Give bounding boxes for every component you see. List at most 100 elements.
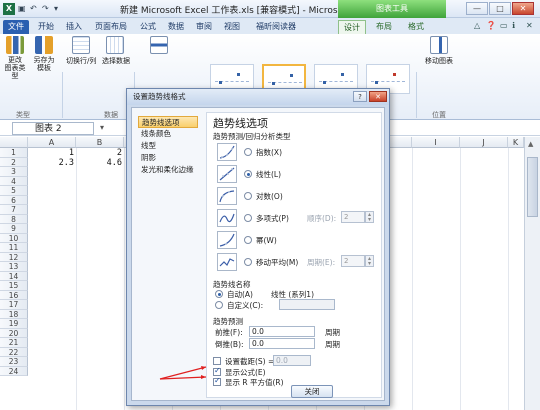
radio-logarithmic[interactable] (244, 192, 252, 200)
nav-shadow[interactable]: 阴影 (138, 152, 198, 164)
tab-page-layout[interactable]: 页面布局 (89, 20, 133, 34)
pin-icon[interactable]: ℹ (512, 21, 515, 30)
dialog-close-button[interactable]: ✕ (369, 91, 387, 102)
tab-insert[interactable]: 插入 (61, 20, 87, 34)
undo-icon[interactable]: ↶ (30, 4, 37, 13)
period-spinner[interactable]: 2 (341, 255, 365, 267)
switch-row-column-button[interactable]: 切换行/列 (66, 36, 96, 66)
move-chart-button[interactable]: 移动图表 (424, 36, 454, 66)
row-header[interactable]: 15 (0, 281, 28, 291)
column-header-a[interactable]: A (28, 137, 76, 148)
maximize-button[interactable]: □ (489, 2, 511, 15)
column-header-i[interactable]: I (412, 137, 460, 148)
radio-moving-average[interactable] (244, 258, 252, 266)
radio-auto-name[interactable] (215, 290, 223, 298)
radio-custom-name[interactable] (215, 301, 223, 309)
tab-foxit-reader[interactable]: 福昕阅读器 (249, 20, 303, 34)
nav-glow-soft-edges[interactable]: 发光和柔化边缘 (138, 164, 198, 176)
row-header[interactable]: 19 (0, 319, 28, 329)
row-header[interactable]: 11 (0, 243, 28, 253)
select-data-button[interactable]: 选择数据 (102, 36, 130, 66)
type-exponential-row[interactable]: 指数(X) (217, 143, 377, 161)
select-all-corner[interactable] (0, 137, 28, 148)
tab-design[interactable]: 设计 (338, 20, 366, 34)
tab-view[interactable]: 视图 (219, 20, 245, 34)
cell-a2[interactable]: 2.3 (30, 158, 74, 168)
row-header[interactable]: 6 (0, 195, 28, 205)
radio-power[interactable] (244, 236, 252, 244)
tab-review[interactable]: 审阅 (191, 20, 217, 34)
type-moving-average-row[interactable]: 移动平均(M) 周期(E): 2 ▴ ▾ (217, 253, 383, 271)
period-spinner-arrows[interactable]: ▴ ▾ (365, 255, 374, 267)
redo-icon[interactable]: ↷ (42, 4, 49, 13)
dialog-help-button[interactable]: ? (353, 91, 367, 102)
backward-input[interactable]: 0.0 (249, 338, 315, 349)
scroll-thumb[interactable] (527, 157, 538, 217)
row-header[interactable]: 20 (0, 328, 28, 338)
row-header[interactable]: 4 (0, 176, 28, 186)
name-box-dropdown-icon[interactable]: ▾ (100, 123, 104, 132)
vertical-scrollbar[interactable]: ▲ (524, 137, 540, 410)
row-header[interactable]: 2 (0, 157, 28, 167)
minimize-button[interactable]: — (466, 2, 488, 15)
custom-name-input[interactable] (279, 299, 335, 310)
row-header[interactable]: 13 (0, 262, 28, 272)
dialog-close-text-button[interactable]: 关闭 (291, 385, 333, 398)
name-box[interactable]: 图表 2 (12, 122, 94, 135)
intercept-input[interactable]: 0.0 (273, 355, 311, 366)
cell-b1[interactable]: 2 (78, 148, 122, 158)
qat-dropdown-icon[interactable]: ▾ (54, 4, 58, 13)
chart-layout-button[interactable] (146, 36, 172, 56)
row-header[interactable]: 7 (0, 205, 28, 215)
cell-b2[interactable]: 4.6 (78, 158, 122, 168)
type-power-row[interactable]: 幂(W) (217, 231, 377, 249)
column-header-j[interactable]: J (460, 137, 508, 148)
row-header[interactable]: 22 (0, 347, 28, 357)
column-header-b[interactable]: B (76, 137, 124, 148)
restore-icon[interactable]: ▭ (500, 21, 508, 30)
row-header[interactable]: 23 (0, 357, 28, 367)
tab-layout[interactable]: 布局 (370, 20, 398, 34)
type-linear-row[interactable]: 线性(L) (217, 165, 377, 183)
tab-data[interactable]: 数据 (163, 20, 189, 34)
nav-line-color[interactable]: 线条颜色 (138, 128, 198, 140)
radio-linear[interactable] (244, 170, 252, 178)
radio-polynomial[interactable] (244, 214, 252, 222)
radio-exponential[interactable] (244, 148, 252, 156)
row-header[interactable]: 1 (0, 148, 28, 158)
forward-input[interactable]: 0.0 (249, 326, 315, 337)
order-spinner-arrows[interactable]: ▴ ▾ (365, 211, 374, 223)
row-header[interactable]: 10 (0, 233, 28, 243)
excel-logo-icon: X (3, 3, 15, 15)
column-header-k[interactable]: K (508, 137, 524, 148)
type-polynomial-row[interactable]: 多项式(P) 顺序(D): 2 ▴ ▾ (217, 209, 383, 227)
tab-formulas[interactable]: 公式 (135, 20, 161, 34)
type-log-row[interactable]: 对数(O) (217, 187, 377, 205)
row-header[interactable]: 12 (0, 252, 28, 262)
change-chart-type-button[interactable]: 更改 图表类型 (2, 36, 28, 80)
ribbon-collapse-icon[interactable]: △ (474, 21, 480, 30)
row-header[interactable]: 5 (0, 186, 28, 196)
tab-home[interactable]: 开始 (33, 20, 59, 34)
row-header[interactable]: 17 (0, 300, 28, 310)
row-header[interactable]: 16 (0, 290, 28, 300)
row-header[interactable]: 3 (0, 167, 28, 177)
row-header[interactable]: 18 (0, 309, 28, 319)
tab-file[interactable]: 文件 (3, 20, 29, 34)
row-header[interactable]: 8 (0, 214, 28, 224)
nav-trendline-options[interactable]: 趋势线选项 (138, 116, 198, 128)
help-icon[interactable]: ❓ (486, 21, 496, 30)
save-as-template-button[interactable]: 另存为 模板 (30, 36, 58, 72)
cell-a1[interactable]: 1 (30, 148, 74, 158)
scroll-up-icon[interactable]: ▲ (528, 140, 533, 148)
order-spinner[interactable]: 2 (341, 211, 365, 223)
nav-line-style[interactable]: 线型 (138, 140, 198, 152)
close-window-button[interactable]: ✕ (512, 2, 534, 15)
row-header[interactable]: 14 (0, 271, 28, 281)
tab-format[interactable]: 格式 (402, 20, 430, 34)
close-workbook-icon[interactable]: ✕ (526, 21, 533, 30)
save-icon[interactable]: ▣ (18, 4, 26, 13)
row-header[interactable]: 9 (0, 224, 28, 234)
row-header[interactable]: 21 (0, 338, 28, 348)
row-header[interactable]: 24 (0, 366, 28, 376)
